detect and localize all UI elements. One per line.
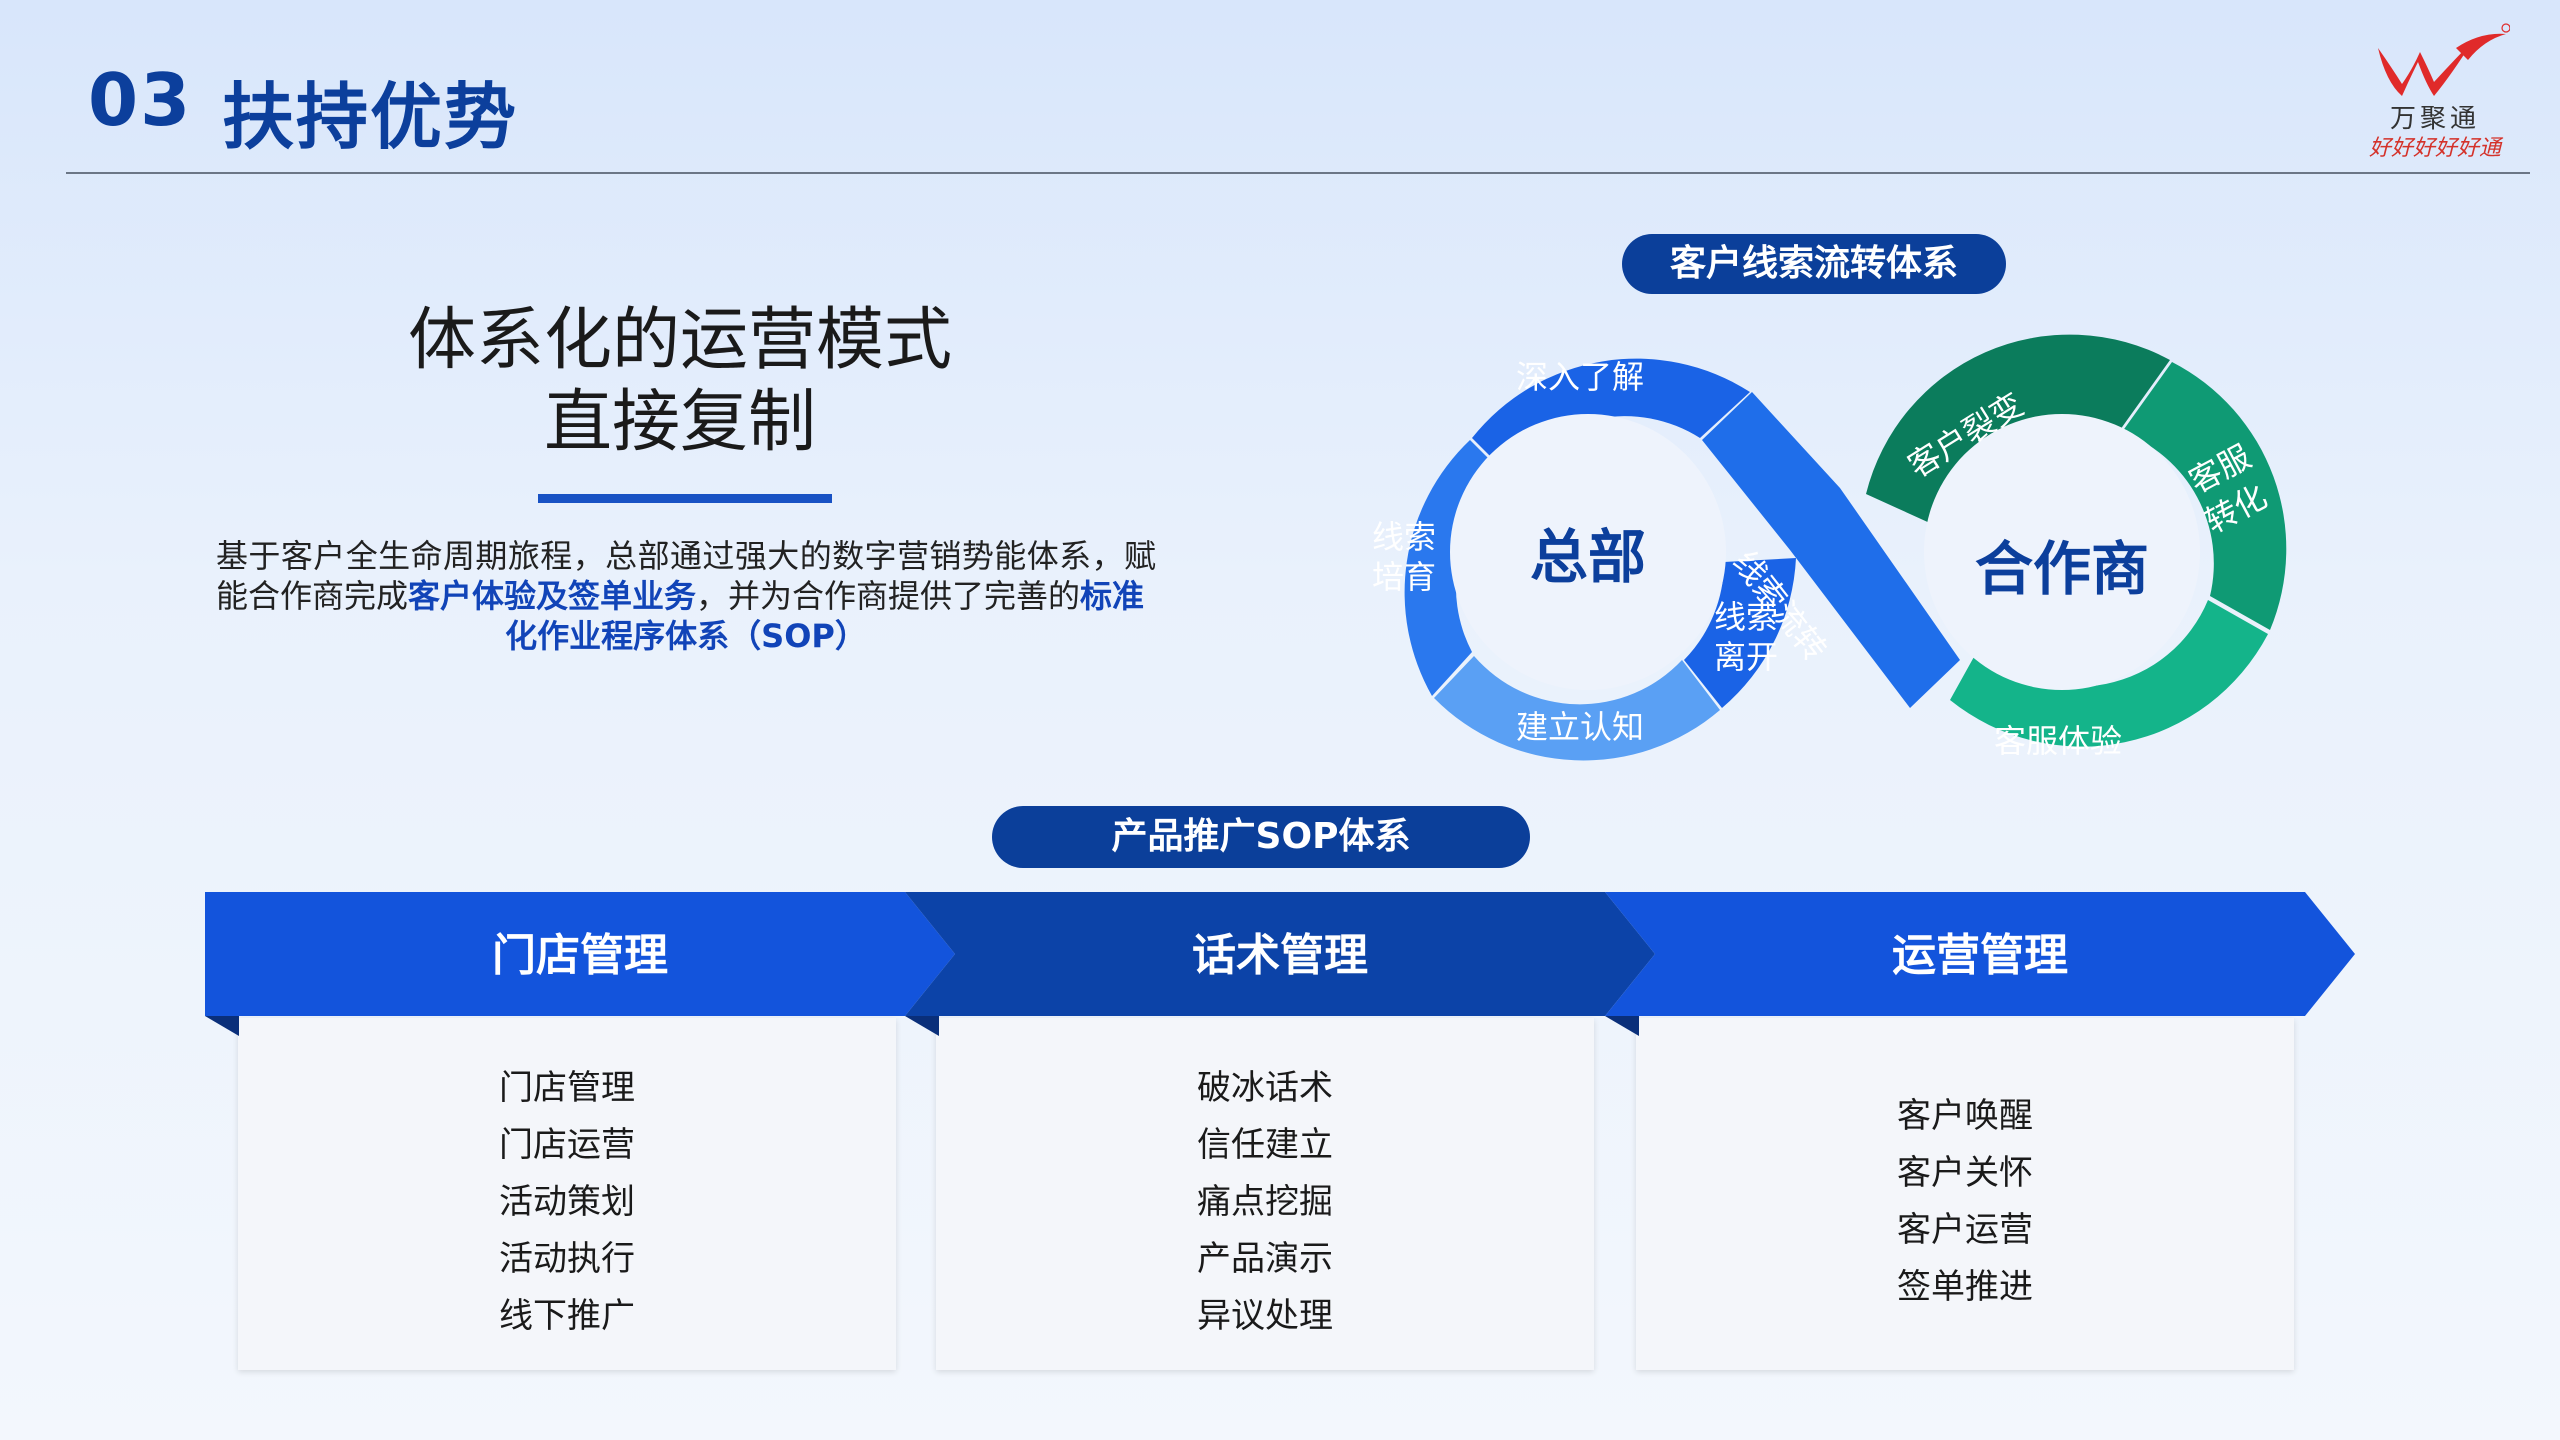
logo-slogan: 好好好好好通 bbox=[2368, 136, 2501, 161]
sop-card-operation: 客户唤醒 客户关怀 客户运营 签单推进 bbox=[1636, 1018, 2294, 1370]
list-item: 客户运营 bbox=[1897, 1210, 2033, 1250]
list-item: 破冰话术 bbox=[1197, 1068, 1333, 1108]
list-item: 异议处理 bbox=[1197, 1296, 1333, 1336]
description-highlight-1: 客户体验及签单业务 bbox=[408, 577, 697, 615]
label-service-experience: 客服体验 bbox=[1994, 722, 2123, 760]
description-highlight-2a: 标准 bbox=[1080, 577, 1145, 615]
header-divider bbox=[66, 172, 2530, 174]
description: 基于客户全生命周期旅程，总部通过强大的数字营销势能体系，赋能合作商完成客户体验及… bbox=[216, 536, 1156, 656]
fold-2 bbox=[905, 1016, 939, 1036]
sop-column-label-operation: 运营管理 bbox=[1892, 930, 2068, 981]
right-center-label: 合作商 bbox=[1974, 535, 2149, 603]
section-number: 03 bbox=[88, 58, 193, 142]
sop-card-operation-list: 客户唤醒 客户关怀 客户运营 签单推进 bbox=[1636, 1088, 2294, 1316]
label-build-awareness: 建立认知 bbox=[1516, 708, 1645, 746]
fold-1 bbox=[205, 1016, 239, 1036]
headline-line-2: 直接复制 bbox=[543, 383, 816, 462]
description-text-2: ，并为合作商提供了完善的 bbox=[696, 577, 1081, 615]
sop-card-store-list: 门店管理 门店运营 活动策划 活动执行 线下推广 bbox=[238, 1060, 896, 1345]
list-item: 产品演示 bbox=[1197, 1239, 1333, 1279]
headline-line-1: 体系化的运营模式 bbox=[407, 301, 952, 380]
list-item: 门店管理 bbox=[499, 1068, 635, 1108]
list-item: 签单推进 bbox=[1897, 1267, 2033, 1307]
label-lead-nurture-2: 培育 bbox=[1372, 558, 1437, 596]
sop-card-store: 门店管理 门店运营 活动策划 活动执行 线下推广 bbox=[238, 1018, 896, 1370]
sop-column-label-script: 话术管理 bbox=[1192, 930, 1368, 981]
page-title: 扶持优势 bbox=[222, 75, 519, 159]
list-item: 活动执行 bbox=[499, 1239, 635, 1279]
label-lead-leave-2: 离开 bbox=[1714, 638, 1779, 676]
list-item: 客户关怀 bbox=[1897, 1153, 2033, 1193]
headline: 体系化的运营模式 直接复制 bbox=[360, 300, 1000, 464]
lead-flow-title: 客户线索流转体系 bbox=[1622, 234, 2006, 294]
left-center-label: 总部 bbox=[1529, 523, 1646, 591]
description-highlight-2b: 化作业程序体系（SOP） bbox=[505, 617, 867, 655]
list-item: 信任建立 bbox=[1197, 1125, 1333, 1165]
sop-column-label-store: 门店管理 bbox=[492, 930, 668, 981]
sop-card-script: 破冰话术 信任建立 痛点挖掘 产品演示 异议处理 bbox=[936, 1018, 1594, 1370]
label-deep-understanding: 深入了解 bbox=[1516, 358, 1645, 396]
list-item: 门店运营 bbox=[499, 1125, 635, 1165]
list-item: 痛点挖掘 bbox=[1197, 1182, 1333, 1222]
headline-underline bbox=[538, 494, 832, 503]
list-item: 客户唤醒 bbox=[1897, 1096, 2033, 1136]
sop-card-script-list: 破冰话术 信任建立 痛点挖掘 产品演示 异议处理 bbox=[936, 1060, 1594, 1345]
sop-title: 产品推广SOP体系 bbox=[992, 806, 1530, 868]
list-item: 线下推广 bbox=[499, 1296, 635, 1336]
list-item: 活动策划 bbox=[499, 1182, 635, 1222]
fold-3 bbox=[1605, 1016, 1639, 1036]
